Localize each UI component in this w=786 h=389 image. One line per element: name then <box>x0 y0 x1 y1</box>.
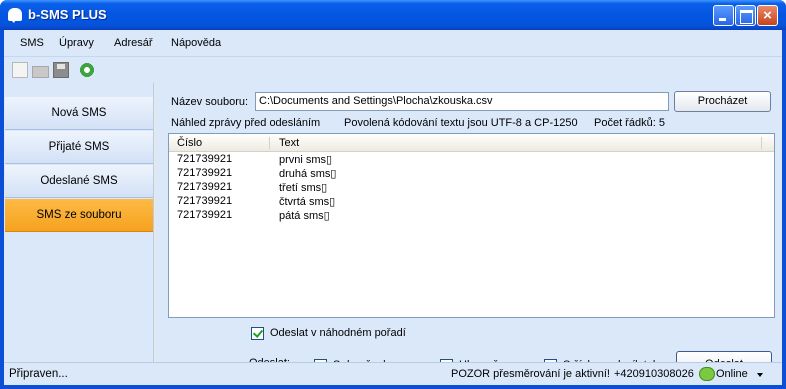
table-row[interactable]: 721739921 třetí sms▯ <box>169 181 774 195</box>
sidebar: Nová SMS Přijaté SMS Odeslané SMS SMS ze… <box>4 83 154 362</box>
browse-button[interactable]: Procházet <box>674 91 771 112</box>
table-row[interactable]: 721739921 prvni sms▯ <box>169 153 774 167</box>
menu-upravy[interactable]: Úpravy <box>59 37 94 49</box>
preview-label: Náhled zprávy před odesláním <box>171 117 321 129</box>
app-window: b-SMS PLUS × SMS Úpravy Adresář Nápověda… <box>0 0 786 389</box>
random-order-checkbox[interactable] <box>251 327 264 340</box>
main-panel: Název souboru: C:\Documents and Settings… <box>155 83 782 378</box>
toolbar <box>4 57 782 83</box>
table-row[interactable]: 721739921 pátá sms▯ <box>169 209 774 223</box>
online-status[interactable]: Online <box>716 368 748 380</box>
app-chat-icon <box>8 8 22 23</box>
row-count: Počet řádků: 5 <box>594 117 665 129</box>
sidebar-item-odeslane-sms[interactable]: Odeslané SMS <box>5 165 153 198</box>
new-file-icon[interactable] <box>12 62 28 78</box>
random-order-label[interactable]: Odeslat v náhodném pořadí <box>270 327 406 339</box>
cell-number: 721739921 <box>177 195 233 207</box>
cell-number: 721739921 <box>177 209 233 221</box>
column-header-cislo[interactable]: Číslo <box>177 137 202 149</box>
close-icon: × <box>763 7 772 24</box>
table-row[interactable]: 721739921 čtvrtá sms▯ <box>169 195 774 209</box>
status-bar: Připraven... POZOR přesměrování je aktiv… <box>4 362 782 385</box>
phone-number: +420910308026 <box>614 368 694 380</box>
column-divider[interactable] <box>269 137 270 149</box>
sidebar-item-sms-ze-souboru[interactable]: SMS ze souboru <box>5 199 153 232</box>
cell-text: čtvrtá sms▯ <box>279 196 336 208</box>
menu-bar: SMS Úpravy Adresář Nápověda <box>4 30 782 57</box>
online-status-icon <box>699 367 715 381</box>
cell-text: pátá sms▯ <box>279 210 330 222</box>
sidebar-item-prijate-sms[interactable]: Přijaté SMS <box>5 131 153 164</box>
window-title: b-SMS PLUS <box>28 7 107 22</box>
maximize-button[interactable] <box>735 5 756 26</box>
open-folder-icon[interactable] <box>32 62 49 78</box>
status-text: Připraven... <box>9 368 68 380</box>
save-icon[interactable] <box>53 62 69 78</box>
cell-number: 721739921 <box>177 153 233 165</box>
table-row[interactable]: 721739921 druhá sms▯ <box>169 167 774 181</box>
file-path-input[interactable]: C:\Documents and Settings\Plocha\zkouska… <box>255 92 669 111</box>
cell-text: třetí sms▯ <box>279 182 328 194</box>
file-name-label: Název souboru: <box>171 96 249 108</box>
redirect-warning: POZOR přesměrování je aktivní! <box>451 368 610 380</box>
column-header-text[interactable]: Text <box>279 137 299 149</box>
table-header: Číslo Text <box>169 134 774 152</box>
menu-sms[interactable]: SMS <box>20 37 44 49</box>
column-divider[interactable] <box>761 137 762 149</box>
sidebar-item-nova-sms[interactable]: Nová SMS <box>5 97 153 130</box>
cell-text: prvni sms▯ <box>279 154 333 166</box>
cell-number: 721739921 <box>177 181 233 193</box>
settings-icon[interactable] <box>79 62 95 78</box>
close-button[interactable]: × <box>757 5 778 26</box>
title-bar[interactable]: b-SMS PLUS × <box>0 0 786 30</box>
menu-adresar[interactable]: Adresář <box>114 37 153 49</box>
minimize-button[interactable] <box>713 5 734 26</box>
cell-text: druhá sms▯ <box>279 168 337 180</box>
cell-number: 721739921 <box>177 167 233 179</box>
sms-preview-table[interactable]: Číslo Text 721739921 prvni sms▯ 72173992… <box>168 133 775 318</box>
encoding-info: Povolená kódování textu jsou UTF-8 a CP-… <box>344 117 578 129</box>
menu-napoveda[interactable]: Nápověda <box>171 37 221 49</box>
chevron-down-icon[interactable] <box>757 373 763 377</box>
client-area: SMS Úpravy Adresář Nápověda Nová SMS Při… <box>4 30 782 385</box>
